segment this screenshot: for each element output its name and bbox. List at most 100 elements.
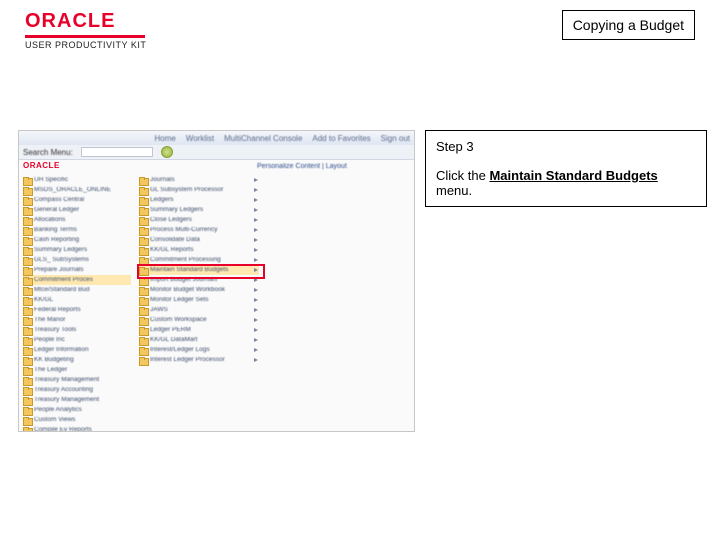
menu-item[interactable]: Process Multi-Currency	[139, 225, 259, 235]
menu-item[interactable]: UH Specific	[23, 175, 131, 185]
app-top-links: Home Worklist MultiChannel Console Add t…	[19, 131, 414, 145]
chevron-right-icon	[254, 208, 259, 213]
menu-item[interactable]: KK/GL Reports	[139, 245, 259, 255]
menu-item[interactable]: People Inc	[23, 335, 131, 345]
menu-item-label: Summary Ledgers	[34, 247, 131, 253]
menu-item-label: Summary Ledgers	[150, 207, 251, 213]
folder-icon	[23, 187, 31, 194]
menu-item[interactable]: Prepare Journals	[23, 265, 131, 275]
search-input[interactable]	[81, 147, 153, 157]
menu-item[interactable]: General Ledger	[23, 205, 131, 215]
menu-item[interactable]: Ledger PERM	[139, 325, 259, 335]
menu-item-label: KK/GL	[34, 297, 131, 303]
oracle-logo: ORACLE USER PRODUCTIVITY KIT	[25, 10, 146, 50]
menu-item-label: Journals	[150, 177, 251, 183]
menu-item[interactable]: Commitment Processing	[139, 255, 259, 265]
menu-item-label: JAWS	[150, 307, 251, 313]
menu-item[interactable]: Treasury Tools	[23, 325, 131, 335]
menu-item[interactable]: Commitment Proces	[23, 275, 131, 285]
menu-item-label: Ledger Information	[34, 347, 131, 353]
menu-item[interactable]: KK Budgeting	[23, 355, 131, 365]
menu-item[interactable]: Compass Central	[23, 195, 131, 205]
menu-item[interactable]: KK/GL	[23, 295, 131, 305]
nav-link[interactable]: MultiChannel Console	[224, 134, 302, 143]
menu-item[interactable]: Allocations	[23, 215, 131, 225]
chevron-right-icon	[254, 338, 259, 343]
menu-item[interactable]: Banking Terms	[23, 225, 131, 235]
menu-item[interactable]: The Ledger	[23, 365, 131, 375]
menu-item[interactable]: Maintain Standard Budgets	[139, 265, 259, 275]
menu-item-label: MSDS_ORACLE_ONLINE	[34, 187, 131, 193]
menu-item[interactable]: KK/GL DataMart	[139, 335, 259, 345]
menu-item-label: Treasury Management	[34, 377, 131, 383]
nav-link[interactable]: Home	[154, 134, 175, 143]
menu-item-label: Commitment Proces	[34, 277, 131, 283]
chevron-right-icon	[254, 188, 259, 193]
menu-item[interactable]: Treasury Management	[23, 395, 131, 405]
menu-item[interactable]: Interest/Ledger Logs	[139, 345, 259, 355]
menu-item[interactable]: GLS_ SubSystems	[23, 255, 131, 265]
menu-item[interactable]: Import Budget Journals	[139, 275, 259, 285]
chevron-right-icon	[254, 288, 259, 293]
step-text: Click the Maintain Standard Budgets menu…	[436, 168, 696, 198]
chevron-right-icon	[254, 298, 259, 303]
folder-icon	[139, 177, 147, 184]
folder-icon	[139, 247, 147, 254]
menu-item-label: Ledgers	[150, 197, 251, 203]
menu-item-label: Mtce/Standard Bud	[34, 287, 131, 293]
folder-icon	[23, 407, 31, 414]
menu-item-label: Federal Reports	[34, 307, 131, 313]
search-label: Search Menu:	[23, 148, 73, 157]
menu-item-label: UH Specific	[34, 177, 131, 183]
menu-item[interactable]: People Analytics	[23, 405, 131, 415]
folder-icon	[23, 177, 31, 184]
menu-item[interactable]: Treasury Accounting	[23, 385, 131, 395]
menu-item-label: Ledger PERM	[150, 327, 251, 333]
menu-item-label: General Ledger	[34, 207, 131, 213]
menu-item-label: Commitment Processing	[150, 257, 251, 263]
menu-item[interactable]: Ledgers	[139, 195, 259, 205]
menu-item[interactable]: Consolidate Data	[139, 235, 259, 245]
personalize-link[interactable]: Personalize Content | Layout	[257, 163, 347, 170]
folder-icon	[139, 307, 147, 314]
menu-item[interactable]: Treasury Management	[23, 375, 131, 385]
menu-item-label: People Inc	[34, 337, 131, 343]
menu-item-label: The Ledger	[34, 367, 131, 373]
menu-item-label: KK Budgeting	[34, 357, 131, 363]
menu-item[interactable]: Federal Reports	[23, 305, 131, 315]
menu-item[interactable]: Summary Ledgers	[23, 245, 131, 255]
folder-icon	[139, 327, 147, 334]
menu-item[interactable]: Monitor Ledger Sets	[139, 295, 259, 305]
menu-item[interactable]: GL Subsystem Processor	[139, 185, 259, 195]
menu-item[interactable]: Custom Workspace	[139, 315, 259, 325]
menu-item[interactable]: Cash Reporting	[23, 235, 131, 245]
instruction-panel: Step 3 Click the Maintain Standard Budge…	[425, 130, 707, 207]
menu-item[interactable]: Compile Ey Reports	[23, 425, 131, 432]
menu-item[interactable]: Interest Ledger Processor	[139, 355, 259, 365]
menu-item[interactable]: The Manor	[23, 315, 131, 325]
menu-item[interactable]: MSDS_ORACLE_ONLINE	[23, 185, 131, 195]
menu-item[interactable]: Journals	[139, 175, 259, 185]
chevron-right-icon	[254, 228, 259, 233]
menu-item[interactable]: Mtce/Standard Bud	[23, 285, 131, 295]
search-go-icon[interactable]	[161, 146, 173, 158]
folder-icon	[23, 347, 31, 354]
menu-item[interactable]: Monitor Budget Workbook	[139, 285, 259, 295]
menu-item[interactable]: JAWS	[139, 305, 259, 315]
menu-item[interactable]: Ledger Information	[23, 345, 131, 355]
folder-icon	[23, 237, 31, 244]
menu-item[interactable]: Custom Views	[23, 415, 131, 425]
menu-item-label: Allocations	[34, 217, 131, 223]
folder-icon	[23, 397, 31, 404]
nav-link[interactable]: Add to Favorites	[312, 134, 370, 143]
folder-icon	[139, 257, 147, 264]
chevron-right-icon	[254, 328, 259, 333]
menu-item-label: Monitor Ledger Sets	[150, 297, 251, 303]
step-text-pre: Click the	[436, 168, 489, 183]
folder-icon	[23, 387, 31, 394]
nav-link[interactable]: Worklist	[186, 134, 214, 143]
nav-link[interactable]: Sign out	[381, 134, 410, 143]
chevron-right-icon	[254, 358, 259, 363]
menu-item[interactable]: Close Ledgers	[139, 215, 259, 225]
menu-item[interactable]: Summary Ledgers	[139, 205, 259, 215]
